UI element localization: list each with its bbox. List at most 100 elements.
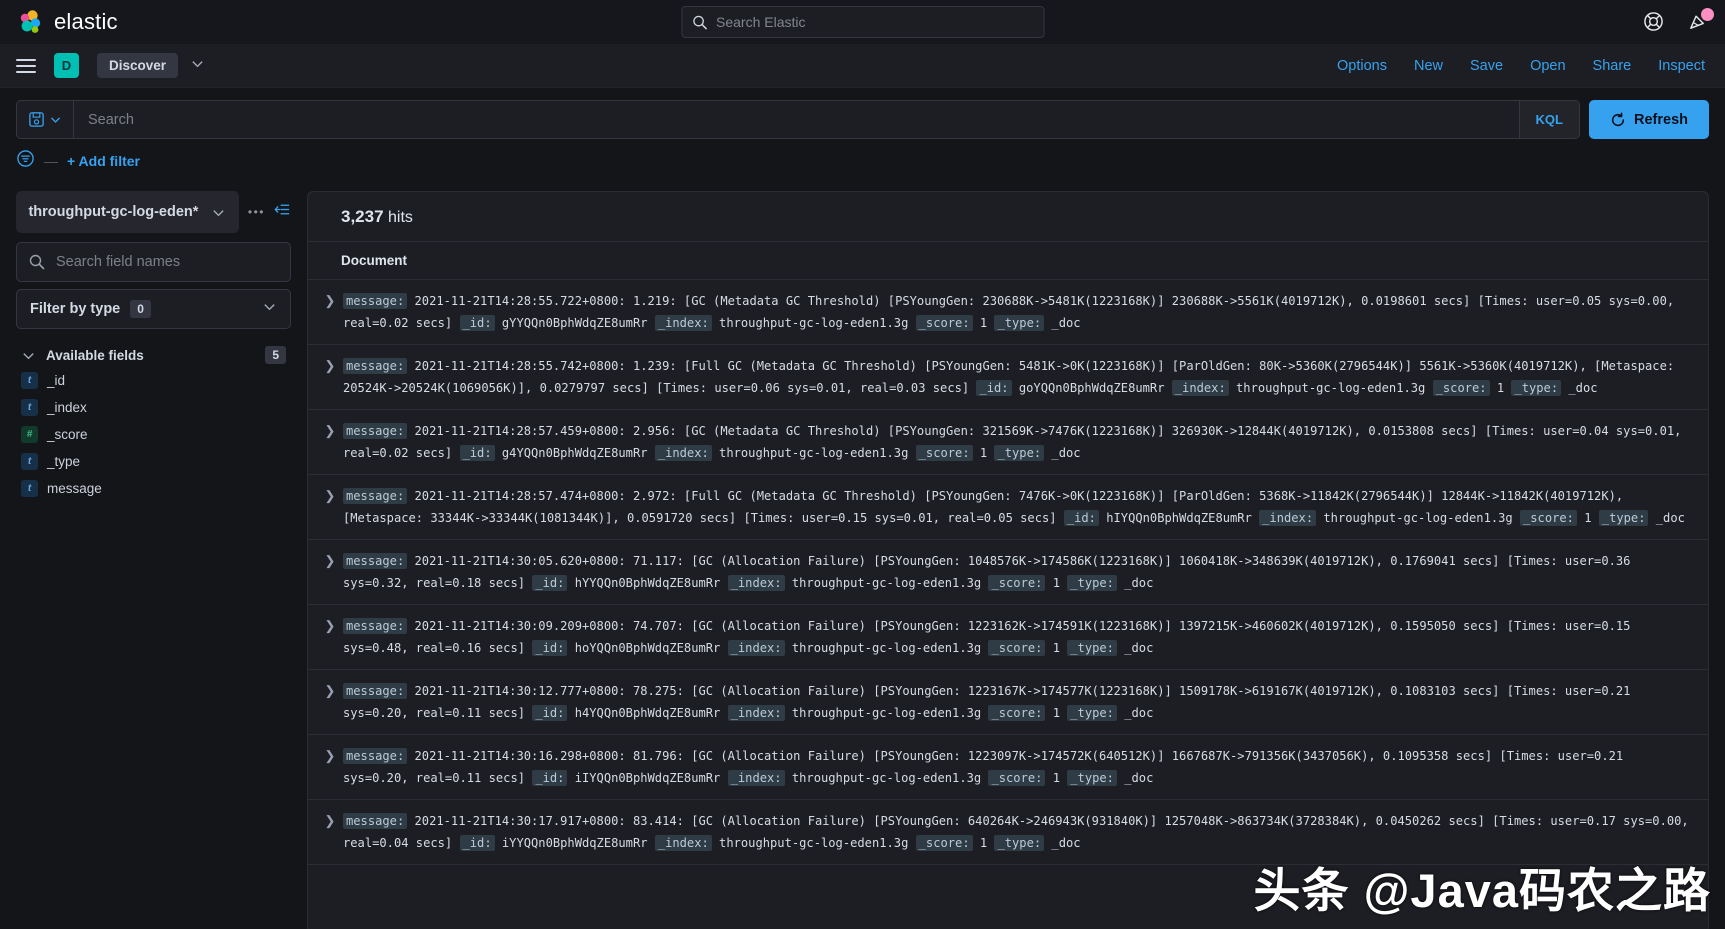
document-field-key: _type: — [1598, 510, 1649, 526]
query-language-button[interactable]: KQL — [1518, 101, 1579, 138]
search-input[interactable]: Search — [74, 112, 1519, 128]
search-icon — [692, 15, 707, 30]
saved-query-button[interactable] — [17, 101, 74, 138]
menu-hamburger-icon[interactable] — [16, 55, 36, 77]
field-search-input[interactable]: Search field names — [16, 242, 291, 282]
announcement-megaphone-icon[interactable] — [1687, 8, 1714, 33]
document-field-key: message: — [343, 423, 408, 439]
global-search-input[interactable]: Search Elastic — [681, 6, 1044, 38]
brand-name: elastic — [54, 9, 118, 34]
document-field-key: _score: — [915, 445, 973, 461]
expand-row-icon[interactable]: ❯ — [317, 550, 343, 569]
add-filter-button[interactable]: + Add filter — [67, 153, 140, 169]
document-field-value: h4YQQn0BphWdqZE8umRr — [567, 706, 728, 720]
document-field-key: _score: — [1519, 510, 1577, 526]
field-type-string-icon: t — [21, 399, 38, 416]
document-field-value: 1 — [1489, 381, 1512, 395]
document-field-value: 1 — [972, 836, 995, 850]
expand-row-icon[interactable]: ❯ — [317, 290, 343, 309]
sidebar-field-message[interactable]: t message — [16, 475, 291, 502]
appnav-actions: Options New Save Open Share Inspect — [1337, 58, 1705, 74]
document-field-key: _score: — [988, 575, 1046, 591]
document-field-value: throughput-gc-log-eden1.3g — [1316, 511, 1520, 525]
table-row[interactable]: ❯ message: 2021-11-21T14:30:12.777+0800: … — [308, 670, 1708, 735]
refresh-icon — [1611, 112, 1625, 126]
filter-bar: — + Add filter — [0, 139, 1725, 173]
collapse-sidebar-icon[interactable] — [274, 201, 291, 223]
application-nav-bar: D Discover Options New Save Open Share I… — [0, 44, 1725, 88]
document-field-key: _index: — [1171, 380, 1229, 396]
document-field-value: _doc — [1044, 446, 1081, 460]
document-field-value: hYYQQn0BphWdqZE8umRr — [567, 576, 728, 590]
document-summary: message: 2021-11-21T14:28:57.459+0800: 2… — [343, 420, 1690, 464]
document-field-key: _index: — [654, 445, 712, 461]
table-row[interactable]: ❯ message: 2021-11-21T14:30:17.917+0800: … — [308, 800, 1708, 865]
document-field-value: _doc — [1044, 316, 1081, 330]
document-field-key: _score: — [915, 835, 973, 851]
hits-count: 3,237 — [341, 207, 384, 226]
document-field-value: _doc — [1648, 511, 1685, 525]
nav-link-save[interactable]: Save — [1470, 58, 1503, 74]
document-field-key: _id: — [459, 315, 495, 331]
nav-link-share[interactable]: Share — [1593, 58, 1632, 74]
index-pattern-label: throughput-gc-log-eden* — [28, 204, 199, 220]
sidebar-field-_score[interactable]: # _score — [16, 421, 291, 448]
table-row[interactable]: ❯ message: 2021-11-21T14:28:55.722+0800: … — [308, 280, 1708, 345]
sidebar-field-_index[interactable]: t _index — [16, 394, 291, 421]
document-field-value: throughput-gc-log-eden1.3g — [711, 446, 916, 460]
document-field-key: _index: — [654, 315, 712, 331]
nav-link-options[interactable]: Options — [1337, 58, 1387, 74]
table-row[interactable]: ❯ message: 2021-11-21T14:28:57.474+0800: … — [308, 475, 1708, 540]
document-field-key: _index: — [727, 575, 785, 591]
document-field-key: message: — [343, 618, 408, 634]
document-field-value: 1 — [1576, 511, 1599, 525]
field-type-string-icon: t — [21, 480, 38, 497]
expand-row-icon[interactable]: ❯ — [317, 485, 343, 504]
nav-link-inspect[interactable]: Inspect — [1658, 58, 1705, 74]
field-type-string-icon: t — [21, 453, 38, 470]
more-options-icon[interactable]: ••• — [248, 205, 265, 219]
document-field-value: hoYQQn0BphWdqZE8umRr — [567, 641, 728, 655]
document-field-key: _id: — [532, 640, 568, 656]
expand-row-icon[interactable]: ❯ — [317, 810, 343, 829]
index-pattern-selector[interactable]: throughput-gc-log-eden* — [16, 191, 239, 233]
chevron-down-icon — [213, 209, 225, 216]
document-field-key: _type: — [1511, 380, 1562, 396]
document-field-value: _doc — [1116, 576, 1154, 590]
query-bar: Search KQL Refresh — [0, 88, 1725, 139]
filter-by-type-count: 0 — [130, 300, 151, 318]
refresh-button[interactable]: Refresh — [1589, 100, 1709, 139]
documents-panel: 3,237 hits Document ❯ message: 2021-11-21… — [307, 191, 1709, 929]
expand-row-icon[interactable]: ❯ — [317, 615, 343, 634]
field-name: _type — [47, 454, 81, 469]
document-field-key: message: — [343, 358, 408, 374]
table-row[interactable]: ❯ message: 2021-11-21T14:30:16.298+0800: … — [308, 735, 1708, 800]
space-avatar[interactable]: D — [54, 53, 79, 78]
document-field-key: _id: — [1063, 510, 1099, 526]
filter-by-type-button[interactable]: Filter by type 0 — [16, 289, 291, 329]
nav-link-new[interactable]: New — [1414, 58, 1443, 74]
breadcrumb-discover[interactable]: Discover — [97, 53, 179, 78]
document-field-key: _score: — [915, 315, 973, 331]
table-row[interactable]: ❯ message: 2021-11-21T14:28:55.742+0800: … — [308, 345, 1708, 410]
filter-icon[interactable] — [16, 149, 35, 173]
available-fields-section-header[interactable]: Available fields 5 — [16, 343, 291, 367]
table-row[interactable]: ❯ message: 2021-11-21T14:28:57.459+0800: … — [308, 410, 1708, 475]
sidebar-field-_type[interactable]: t _type — [16, 448, 291, 475]
document-field-value: hIYQQn0BphWdqZE8umRr — [1098, 511, 1260, 525]
document-field-value: g4YQQn0BphWdqZE8umRr — [494, 446, 655, 460]
document-field-value: throughput-gc-log-eden1.3g — [784, 641, 989, 655]
nav-link-open[interactable]: Open — [1530, 58, 1565, 74]
table-row[interactable]: ❯ message: 2021-11-21T14:30:09.209+0800: … — [308, 605, 1708, 670]
document-field-key: message: — [343, 488, 408, 504]
chevron-down-icon[interactable] — [190, 56, 205, 76]
expand-row-icon[interactable]: ❯ — [317, 680, 343, 699]
filter-by-type-label: Filter by type — [30, 301, 121, 317]
expand-row-icon[interactable]: ❯ — [317, 745, 343, 764]
expand-row-icon[interactable]: ❯ — [317, 420, 343, 439]
expand-row-icon[interactable]: ❯ — [317, 355, 343, 374]
sidebar-field-_id[interactable]: t _id — [16, 367, 291, 394]
help-lifebuoy-icon[interactable] — [1643, 11, 1665, 33]
refresh-label: Refresh — [1634, 111, 1688, 128]
table-row[interactable]: ❯ message: 2021-11-21T14:30:05.620+0800: … — [308, 540, 1708, 605]
